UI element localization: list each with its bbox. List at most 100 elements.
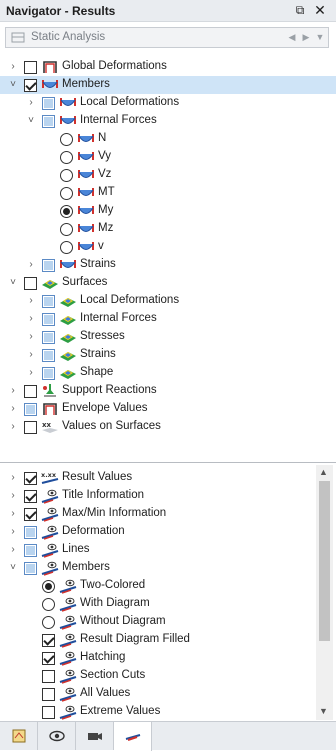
tree-item-local-deformations[interactable]: › Local Deformations — [0, 94, 336, 112]
checkbox[interactable] — [24, 385, 37, 398]
expand-chevron-icon[interactable]: › — [26, 259, 36, 271]
tree-item-without-diagram[interactable]: Without Diagram — [0, 613, 336, 631]
radio-button[interactable] — [42, 580, 55, 593]
tree-item-result-diagram-filled[interactable]: Result Diagram Filled — [0, 631, 336, 649]
close-icon[interactable]: ✕ — [313, 2, 327, 18]
collapse-chevron-icon[interactable]: ˅ — [8, 277, 18, 289]
checkbox[interactable] — [42, 349, 55, 362]
tree-item-support-reactions[interactable]: › Support Reactions — [0, 382, 336, 400]
tree-item-vy[interactable]: Vy — [0, 148, 336, 166]
tree-item-surfaces[interactable]: ˅ Surfaces — [0, 274, 336, 292]
checkbox[interactable] — [24, 508, 37, 521]
checkbox[interactable] — [24, 472, 37, 485]
checkbox[interactable] — [24, 61, 37, 74]
expand-chevron-icon[interactable]: › — [26, 349, 36, 361]
expand-chevron-icon[interactable]: › — [8, 508, 18, 520]
tree-item-internal-forces[interactable]: ˅ Internal Forces — [0, 112, 336, 130]
radio-button[interactable] — [60, 205, 73, 218]
checkbox[interactable] — [24, 403, 37, 416]
tree-item-my[interactable]: My — [0, 202, 336, 220]
scroll-up-icon[interactable]: ▲ — [319, 467, 328, 477]
collapse-chevron-icon[interactable]: ˅ — [26, 115, 36, 127]
expand-chevron-icon[interactable]: › — [26, 313, 36, 325]
radio-button[interactable] — [60, 133, 73, 146]
expand-chevron-icon[interactable]: › — [8, 490, 18, 502]
expand-chevron-icon[interactable]: › — [26, 295, 36, 307]
tree-item-values-on-surfaces[interactable]: › xx Values on Surfaces — [0, 418, 336, 436]
collapse-chevron-icon[interactable]: ˅ — [8, 562, 18, 574]
tree-item-stresses[interactable]: › Stresses — [0, 328, 336, 346]
tree-item-local-deformations[interactable]: › Local Deformations — [0, 292, 336, 310]
checkbox[interactable] — [42, 670, 55, 683]
expand-chevron-icon[interactable]: › — [8, 385, 18, 397]
radio-button[interactable] — [60, 169, 73, 182]
expand-chevron-icon[interactable]: › — [8, 61, 18, 73]
checkbox[interactable] — [42, 634, 55, 647]
tab-display[interactable] — [38, 722, 76, 750]
radio-button[interactable] — [60, 187, 73, 200]
expand-chevron-icon[interactable]: › — [26, 331, 36, 343]
tree-item-mt[interactable]: MT — [0, 184, 336, 202]
checkbox[interactable] — [42, 259, 55, 272]
tree-item-deformation[interactable]: › Deformation — [0, 523, 336, 541]
radio-button[interactable] — [42, 616, 55, 629]
checkbox[interactable] — [42, 97, 55, 110]
checkbox[interactable] — [42, 652, 55, 665]
analysis-type-select[interactable]: Static Analysis ◀ ▶ ▼ — [5, 27, 329, 48]
radio-button[interactable] — [42, 598, 55, 611]
tree-item-all-values[interactable]: All Values — [0, 685, 336, 703]
tree-item-with-diagram[interactable]: With Diagram — [0, 595, 336, 613]
checkbox[interactable] — [42, 367, 55, 380]
tree-item-global-deformations[interactable]: › Global Deformations — [0, 58, 336, 76]
tree-item-title-information[interactable]: › Title Information — [0, 487, 336, 505]
checkbox[interactable] — [42, 295, 55, 308]
tree-item-internal-forces[interactable]: › Internal Forces — [0, 310, 336, 328]
expand-chevron-icon[interactable]: › — [26, 97, 36, 109]
tree-item-lines[interactable]: › Lines — [0, 541, 336, 559]
expand-chevron-icon[interactable]: › — [8, 403, 18, 415]
checkbox[interactable] — [24, 490, 37, 503]
checkbox[interactable] — [24, 544, 37, 557]
tree-item-extreme-values[interactable]: Extreme Values — [0, 703, 336, 721]
tree-item-shape[interactable]: › Shape — [0, 364, 336, 382]
tab-data[interactable] — [0, 722, 38, 750]
checkbox[interactable] — [24, 277, 37, 290]
scrollbar[interactable]: ▲ ▼ — [316, 465, 333, 720]
checkbox[interactable] — [42, 706, 55, 719]
radio-button[interactable] — [60, 241, 73, 254]
chevron-down-icon[interactable]: ▼ — [314, 30, 326, 45]
pane-divider[interactable] — [0, 462, 336, 463]
tab-results[interactable] — [114, 722, 152, 751]
checkbox[interactable] — [42, 688, 55, 701]
scrollbar-thumb[interactable] — [319, 481, 330, 641]
checkbox[interactable] — [24, 562, 37, 575]
checkbox[interactable] — [24, 526, 37, 539]
tree-item-members[interactable]: ˅ Members — [0, 76, 336, 94]
checkbox[interactable] — [42, 115, 55, 128]
scroll-down-icon[interactable]: ▼ — [319, 706, 328, 716]
tree-item-two-colored[interactable]: Two-Colored — [0, 577, 336, 595]
tree-item-mz[interactable]: Mz — [0, 220, 336, 238]
previous-arrow-icon[interactable]: ◀ — [286, 30, 298, 45]
tab-views[interactable] — [76, 722, 114, 750]
tree-item-members[interactable]: ˅ Members — [0, 559, 336, 577]
tree-item-result-values[interactable]: › x.xx Result Values — [0, 469, 336, 487]
checkbox[interactable] — [42, 313, 55, 326]
checkbox[interactable] — [24, 79, 37, 92]
collapse-chevron-icon[interactable]: ˅ — [8, 79, 18, 91]
expand-chevron-icon[interactable]: › — [8, 421, 18, 433]
expand-chevron-icon[interactable]: › — [8, 526, 18, 538]
expand-chevron-icon[interactable]: › — [8, 472, 18, 484]
next-arrow-icon[interactable]: ▶ — [300, 30, 312, 45]
radio-button[interactable] — [60, 223, 73, 236]
tree-item-strains[interactable]: › Strains — [0, 346, 336, 364]
tree-item-v[interactable]: v — [0, 238, 336, 256]
tree-item-section-cuts[interactable]: Section Cuts — [0, 667, 336, 685]
expand-chevron-icon[interactable]: › — [26, 367, 36, 379]
radio-button[interactable] — [60, 151, 73, 164]
tree-item-vz[interactable]: Vz — [0, 166, 336, 184]
tree-item-max-min-information[interactable]: › Max/Min Information — [0, 505, 336, 523]
tree-item-hatching[interactable]: Hatching — [0, 649, 336, 667]
checkbox[interactable] — [42, 331, 55, 344]
expand-chevron-icon[interactable]: › — [8, 544, 18, 556]
